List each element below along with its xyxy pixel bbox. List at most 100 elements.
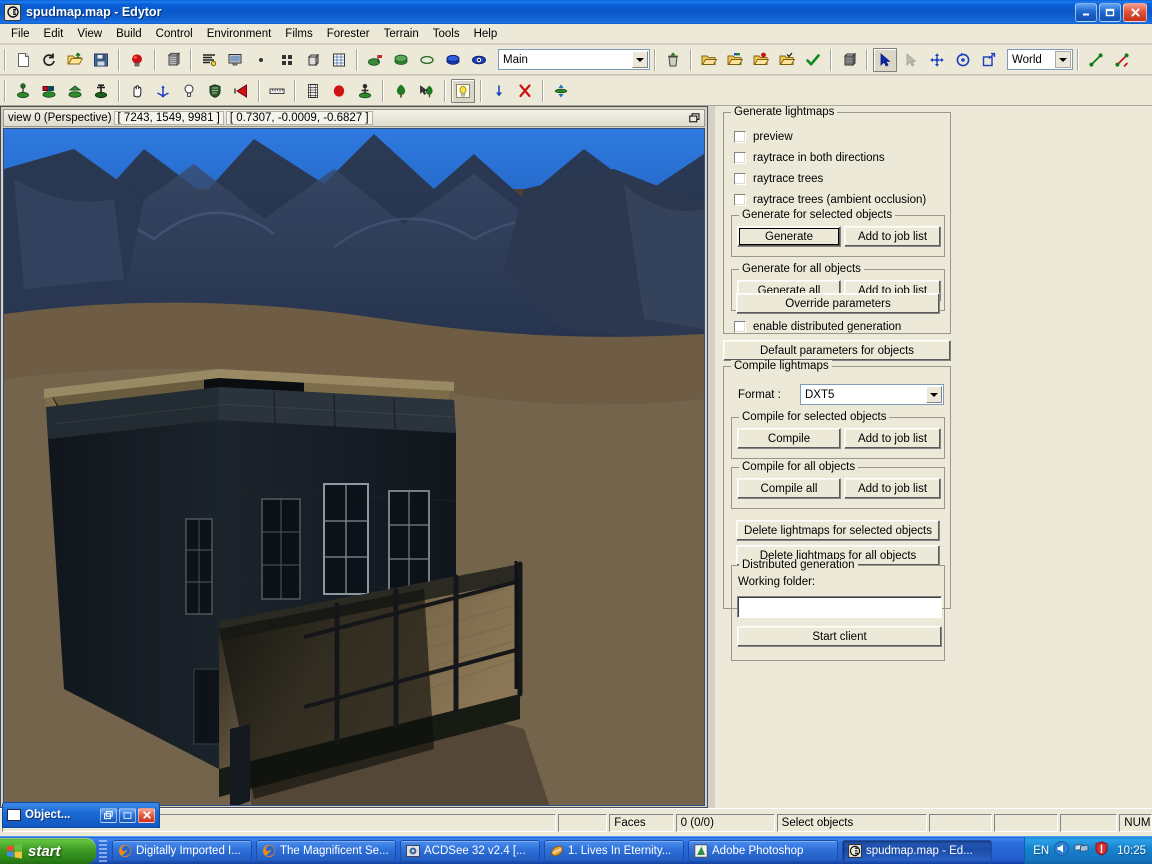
menu-item-view[interactable]: View	[70, 26, 109, 42]
generate-add-to-job-list-button[interactable]: Add to job list	[844, 226, 941, 247]
folder-red-icon[interactable]	[749, 48, 773, 72]
box-icon[interactable]	[301, 48, 325, 72]
compile-all-button[interactable]: Compile all	[737, 478, 841, 499]
minimized-object-window[interactable]: Object...	[2, 802, 160, 828]
menu-item-terrain[interactable]: Terrain	[377, 26, 426, 42]
tree-icon[interactable]	[389, 79, 413, 103]
new-file-icon[interactable]	[11, 48, 35, 72]
layer-outline-icon[interactable]	[415, 48, 439, 72]
place-object-multi-icon[interactable]	[37, 79, 61, 103]
layer-hide-icon[interactable]	[389, 48, 413, 72]
move-icon[interactable]	[925, 48, 949, 72]
format-combo[interactable]: DXT5	[800, 384, 944, 405]
checkmark-icon[interactable]	[801, 48, 825, 72]
layer-combo[interactable]: Main	[498, 49, 650, 70]
checkbox-box[interactable]	[734, 321, 746, 333]
checkbox-enable-distributed-generation[interactable]: enable distributed generation	[734, 321, 901, 333]
place-object-icon[interactable]	[11, 79, 35, 103]
light-panel-icon[interactable]	[451, 78, 475, 103]
flag-layer-icon[interactable]	[363, 48, 387, 72]
vertical-align-icon[interactable]	[549, 79, 573, 103]
folder-check-icon[interactable]	[775, 48, 799, 72]
start-client-button[interactable]: Start client	[737, 626, 942, 647]
layer-blue-icon[interactable]	[441, 48, 465, 72]
tray-language-indicator[interactable]: EN	[1033, 845, 1049, 857]
delete-lightmaps-selected-button[interactable]: Delete lightmaps for selected objects	[736, 520, 940, 541]
place-object-dark-icon[interactable]	[89, 79, 113, 103]
compile-button[interactable]: Compile	[737, 428, 841, 449]
viewport-title-bar[interactable]: view 0 (Perspective) [ 7243, 1549, 9981 …	[3, 109, 705, 127]
save-icon[interactable]	[89, 48, 113, 72]
actor-icon[interactable]	[353, 79, 377, 103]
restore-button[interactable]	[100, 807, 117, 823]
space-combo[interactable]: World	[1007, 49, 1073, 70]
restore-window-icon[interactable]	[687, 111, 702, 125]
place-object-alt-icon[interactable]	[63, 79, 87, 103]
cube-grid-icon[interactable]	[837, 48, 861, 72]
checkbox-raytrace-trees-ambient-occlusion[interactable]: raytrace trees (ambient occlusion)	[734, 194, 926, 206]
maximize-button[interactable]	[1099, 2, 1121, 22]
menu-item-file[interactable]: File	[4, 26, 37, 42]
ruler-icon[interactable]	[265, 79, 289, 103]
network-icon[interactable]	[1074, 841, 1089, 861]
maximize-button[interactable]	[119, 807, 136, 823]
override-parameters-button[interactable]: Override parameters	[736, 293, 940, 314]
minimize-button[interactable]	[1075, 2, 1097, 22]
unlink-red-icon[interactable]	[1110, 48, 1134, 72]
taskbar-item-1[interactable]: Digitally Imported I...	[112, 839, 252, 862]
tree-select-icon[interactable]	[415, 79, 439, 103]
folder-flag-icon[interactable]	[723, 48, 747, 72]
checkbox-box[interactable]	[734, 173, 746, 185]
menu-item-control[interactable]: Control	[149, 26, 200, 42]
working-folder-input[interactable]	[737, 596, 942, 618]
chevron-down-icon[interactable]	[926, 386, 942, 403]
folder-open-icon[interactable]	[697, 48, 721, 72]
menu-item-build[interactable]: Build	[109, 26, 149, 42]
axis-gizmo-icon[interactable]	[151, 79, 175, 103]
security-shield-icon[interactable]	[1094, 840, 1109, 861]
checkbox-box[interactable]	[734, 152, 746, 164]
film-strip-icon[interactable]	[301, 79, 325, 103]
pan-hand-icon[interactable]	[125, 79, 149, 103]
cube-texture-icon[interactable]	[161, 48, 185, 72]
menu-item-films[interactable]: Films	[278, 26, 319, 42]
taskbar-item-6[interactable]: spudmap.map - Ed...	[842, 839, 992, 862]
rotate-icon[interactable]	[951, 48, 975, 72]
chevron-down-icon[interactable]	[1055, 51, 1071, 68]
default-parameters-for-objects-button[interactable]: Default parameters for objects	[723, 340, 951, 361]
select-arrow-icon[interactable]	[873, 47, 897, 72]
eye-blue-icon[interactable]	[467, 48, 491, 72]
compile-all-add-to-job-list-button[interactable]: Add to job list	[844, 478, 941, 499]
trash-icon[interactable]	[661, 48, 685, 72]
select-arrow-disabled-icon[interactable]	[899, 48, 923, 72]
generate-button[interactable]: Generate	[737, 226, 841, 247]
grid-four-icon[interactable]	[275, 48, 299, 72]
small-dot-icon[interactable]	[249, 48, 273, 72]
volume-icon[interactable]	[1054, 840, 1070, 861]
checkbox-preview[interactable]: preview	[734, 131, 793, 143]
delete-red-x-icon[interactable]	[513, 79, 537, 103]
window-title-bar[interactable]: spudmap.map - Edytor	[0, 0, 1152, 24]
taskbar-item-2[interactable]: The Magnificent Se...	[256, 839, 396, 862]
checkbox-raytrace-both-directions[interactable]: raytrace in both directions	[734, 152, 885, 164]
menu-item-edit[interactable]: Edit	[37, 26, 71, 42]
reload-icon[interactable]	[37, 48, 61, 72]
lightbulb-red-icon[interactable]	[125, 48, 149, 72]
link-green-icon[interactable]	[1084, 48, 1108, 72]
compile-add-to-job-list-button[interactable]: Add to job list	[844, 428, 941, 449]
menu-item-help[interactable]: Help	[467, 26, 505, 42]
close-button[interactable]	[138, 807, 155, 823]
close-button[interactable]	[1123, 2, 1147, 22]
checkbox-box[interactable]	[734, 194, 746, 206]
start-button[interactable]: start	[0, 838, 96, 864]
menu-item-environment[interactable]: Environment	[200, 26, 279, 42]
viewport-3d-canvas[interactable]	[3, 128, 705, 806]
sound-cone-icon[interactable]	[229, 79, 253, 103]
list-properties-icon[interactable]	[197, 48, 221, 72]
checkbox-raytrace-trees[interactable]: raytrace trees	[734, 173, 823, 185]
monitor-icon[interactable]	[223, 48, 247, 72]
spreadsheet-icon[interactable]	[327, 48, 351, 72]
menu-item-tools[interactable]: Tools	[426, 26, 467, 42]
taskbar-item-5[interactable]: Adobe Photoshop	[688, 839, 838, 862]
taskbar-item-3[interactable]: ACDSee 32 v2.4 [...	[400, 839, 540, 862]
